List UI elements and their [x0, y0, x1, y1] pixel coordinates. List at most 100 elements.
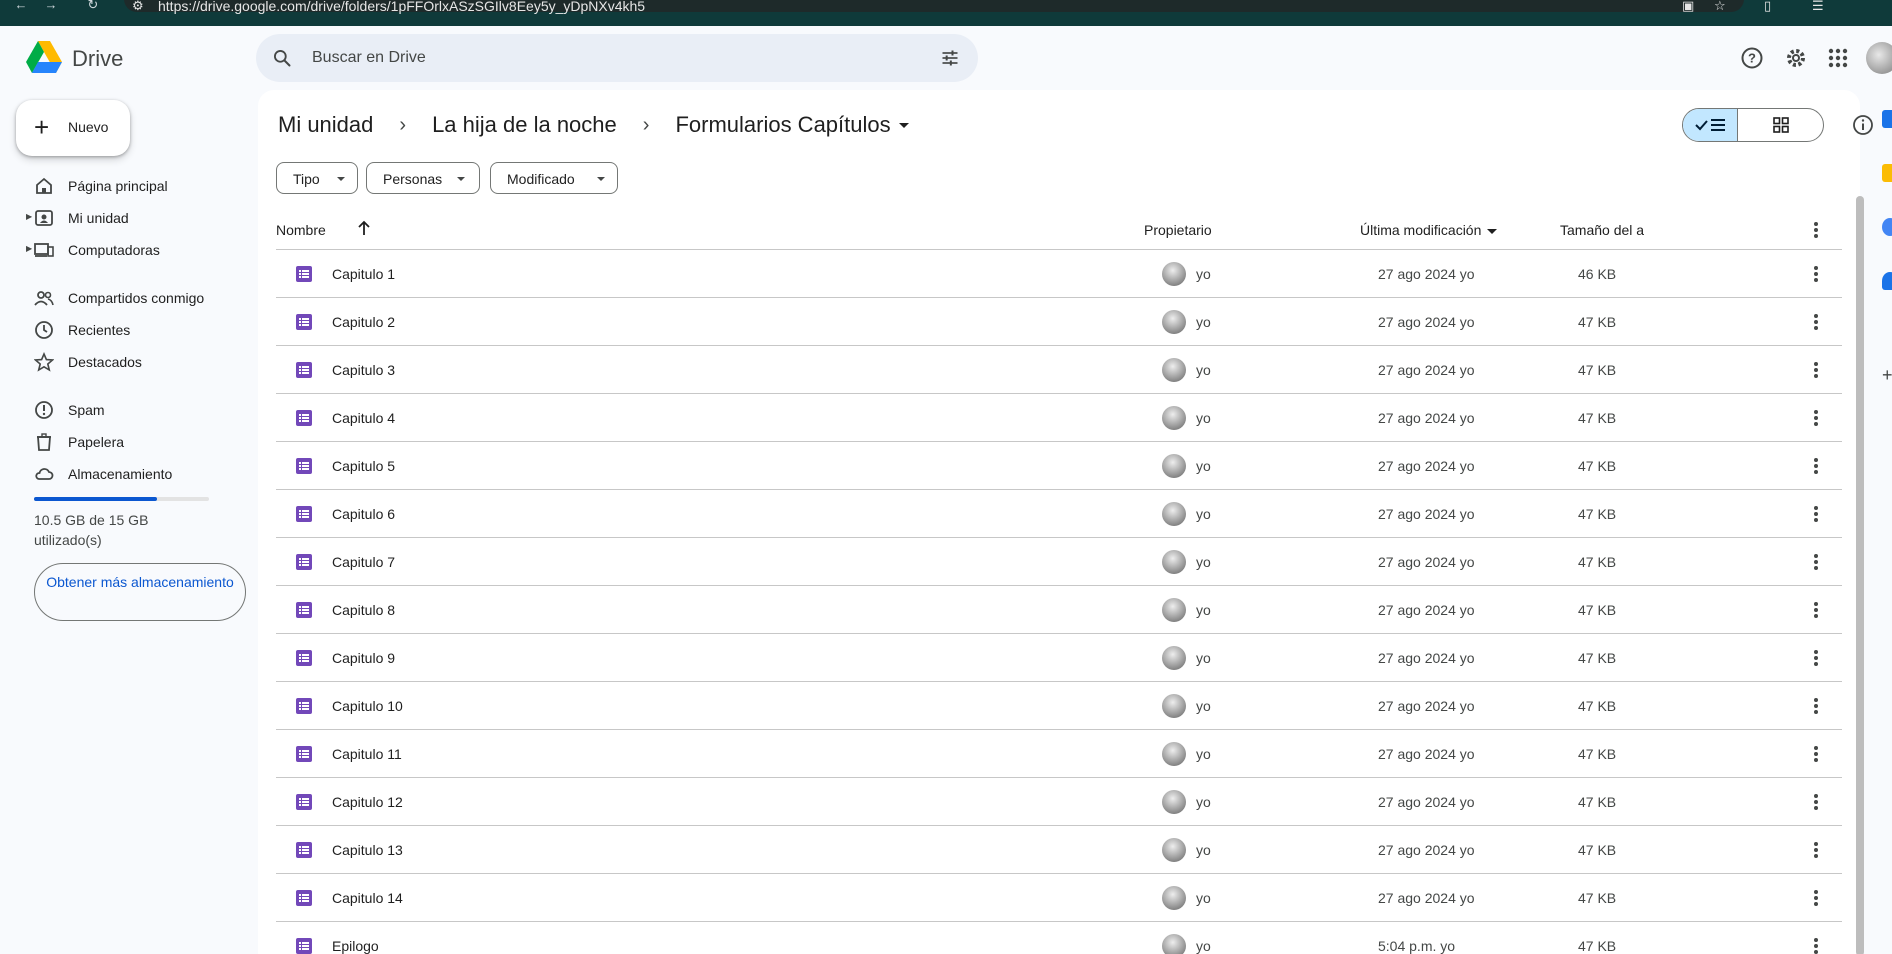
file-name[interactable]: Capitulo 6	[332, 506, 395, 522]
calendar-icon[interactable]	[1882, 110, 1892, 128]
table-row[interactable]: Capitulo 11 yo 27 ago 2024 yo 47 KB	[276, 730, 1842, 778]
table-row[interactable]: Capitulo 1 yo 27 ago 2024 yo 46 KB	[276, 250, 1842, 298]
breadcrumb-my-drive[interactable]: Mi unidad	[278, 112, 373, 138]
breadcrumb-folder[interactable]: La hija de la noche	[432, 112, 617, 138]
more-vert-icon[interactable]	[1814, 602, 1818, 618]
more-vert-icon[interactable]	[1814, 890, 1818, 906]
reload-icon[interactable]: ↻	[82, 0, 104, 11]
file-size: 47 KB	[1578, 794, 1617, 810]
sidebar-item-home[interactable]: Página principal	[26, 170, 256, 202]
more-vert-icon[interactable]	[1814, 938, 1818, 954]
site-info-icon[interactable]: ⚙	[132, 0, 144, 14]
table-row[interactable]: Capitulo 4 yo 27 ago 2024 yo 47 KB	[276, 394, 1842, 442]
expand-caret-icon[interactable]: ▶	[26, 212, 32, 221]
drive-logo-icon[interactable]	[26, 40, 62, 74]
back-icon[interactable]: ←	[10, 0, 32, 11]
table-row[interactable]: Capitulo 9 yo 27 ago 2024 yo 47 KB	[276, 634, 1842, 682]
forward-icon[interactable]: →	[40, 0, 62, 11]
sidebar-item-storage[interactable]: Almacenamiento	[26, 458, 256, 490]
grid-view-button[interactable]	[1739, 109, 1823, 141]
file-name[interactable]: Capitulo 7	[332, 554, 395, 570]
sidebar-item-trash[interactable]: Papelera	[26, 426, 256, 458]
app-name[interactable]: Drive	[72, 46, 123, 72]
file-owner: yo	[1196, 698, 1211, 714]
folder-menu-caret-icon[interactable]	[898, 122, 909, 128]
column-header-modified[interactable]: Última modificación	[1360, 222, 1498, 238]
more-vert-icon[interactable]	[1814, 746, 1818, 762]
more-vert-icon[interactable]	[1814, 314, 1818, 330]
settings-gear-icon[interactable]	[1784, 46, 1808, 70]
add-addon-icon[interactable]: +	[1882, 366, 1892, 384]
search-input[interactable]: Buscar en Drive	[312, 49, 426, 67]
file-name[interactable]: Epilogo	[332, 938, 379, 954]
file-name[interactable]: Capitulo 11	[332, 746, 402, 762]
table-row[interactable]: Capitulo 6 yo 27 ago 2024 yo 47 KB	[276, 490, 1842, 538]
table-row[interactable]: Capitulo 12 yo 27 ago 2024 yo 47 KB	[276, 778, 1842, 826]
more-vert-icon[interactable]	[1814, 506, 1818, 522]
table-row[interactable]: Epilogo yo 5:04 p.m. yo 47 KB	[276, 922, 1842, 954]
table-row[interactable]: Capitulo 2 yo 27 ago 2024 yo 47 KB	[276, 298, 1842, 346]
install-app-icon[interactable]: ▣	[1682, 0, 1694, 14]
more-vert-icon[interactable]	[1814, 222, 1818, 238]
file-name[interactable]: Capitulo 1	[332, 266, 395, 282]
side-panel: +	[1868, 90, 1892, 954]
more-vert-icon[interactable]	[1814, 458, 1818, 474]
get-more-storage-button[interactable]: Obtener más almacenamiento	[34, 563, 246, 621]
bookmark-star-icon[interactable]: ☆	[1714, 0, 1726, 14]
apps-grid-icon[interactable]	[1826, 46, 1850, 70]
search-options-icon[interactable]	[940, 48, 960, 68]
sidebar-item-shared[interactable]: Compartidos conmigo	[26, 282, 256, 314]
table-row[interactable]: Capitulo 5 yo 27 ago 2024 yo 47 KB	[276, 442, 1842, 490]
more-vert-icon[interactable]	[1814, 410, 1818, 426]
file-name[interactable]: Capitulo 4	[332, 410, 395, 426]
sidebar-item-my-drive[interactable]: ▶ Mi unidad	[26, 202, 256, 234]
contacts-icon[interactable]	[1882, 272, 1892, 290]
column-header-size[interactable]: Tamaño del a	[1560, 222, 1644, 238]
list-view-button[interactable]	[1683, 109, 1738, 141]
file-name[interactable]: Capitulo 8	[332, 602, 395, 618]
column-header-owner[interactable]: Propietario	[1144, 222, 1212, 238]
file-name[interactable]: Capitulo 12	[332, 794, 403, 810]
file-name[interactable]: Capitulo 13	[332, 842, 403, 858]
file-name[interactable]: Capitulo 10	[332, 698, 403, 714]
filter-people-chip[interactable]: Personas	[366, 162, 480, 194]
more-vert-icon[interactable]	[1814, 266, 1818, 282]
more-vert-icon[interactable]	[1814, 842, 1818, 858]
new-button[interactable]: + Nuevo	[16, 100, 130, 156]
file-name[interactable]: Capitulo 3	[332, 362, 395, 378]
breadcrumb-current-folder[interactable]: Formularios Capítulos	[675, 112, 890, 138]
more-vert-icon[interactable]	[1814, 362, 1818, 378]
sidebar-item-computers[interactable]: ▶ Computadoras	[26, 234, 256, 266]
sidebar-item-spam[interactable]: Spam	[26, 394, 256, 426]
more-vert-icon[interactable]	[1814, 554, 1818, 570]
scrollbar[interactable]	[1856, 196, 1864, 954]
media-icon[interactable]: ☰	[1812, 0, 1824, 14]
search-bar[interactable]: Buscar en Drive	[256, 34, 978, 82]
filter-modified-chip[interactable]: Modificado	[490, 162, 618, 194]
sidebar-item-starred[interactable]: Destacados	[26, 346, 256, 378]
table-row[interactable]: Capitulo 3 yo 27 ago 2024 yo 47 KB	[276, 346, 1842, 394]
keep-icon[interactable]	[1882, 164, 1892, 182]
file-name[interactable]: Capitulo 2	[332, 314, 395, 330]
extensions-icon[interactable]: ▯	[1764, 0, 1771, 14]
file-name[interactable]: Capitulo 14	[332, 890, 403, 906]
search-icon[interactable]	[272, 48, 292, 68]
sidebar-item-recent[interactable]: Recientes	[26, 314, 256, 346]
more-vert-icon[interactable]	[1814, 794, 1818, 810]
table-row[interactable]: Capitulo 8 yo 27 ago 2024 yo 47 KB	[276, 586, 1842, 634]
help-icon[interactable]: ?	[1740, 46, 1764, 70]
tasks-icon[interactable]	[1882, 218, 1892, 236]
table-row[interactable]: Capitulo 7 yo 27 ago 2024 yo 47 KB	[276, 538, 1842, 586]
table-row[interactable]: Capitulo 14 yo 27 ago 2024 yo 47 KB	[276, 874, 1842, 922]
column-header-name[interactable]: Nombre	[276, 222, 326, 238]
expand-caret-icon[interactable]: ▶	[26, 244, 32, 253]
filter-type-chip[interactable]: Tipo	[276, 162, 358, 194]
more-vert-icon[interactable]	[1814, 650, 1818, 666]
file-name[interactable]: Capitulo 5	[332, 458, 395, 474]
table-row[interactable]: Capitulo 10 yo 27 ago 2024 yo 47 KB	[276, 682, 1842, 730]
sort-ascending-arrow-icon[interactable]	[356, 219, 372, 237]
table-row[interactable]: Capitulo 13 yo 27 ago 2024 yo 47 KB	[276, 826, 1842, 874]
more-vert-icon[interactable]	[1814, 698, 1818, 714]
account-avatar[interactable]	[1866, 42, 1892, 74]
file-name[interactable]: Capitulo 9	[332, 650, 395, 666]
